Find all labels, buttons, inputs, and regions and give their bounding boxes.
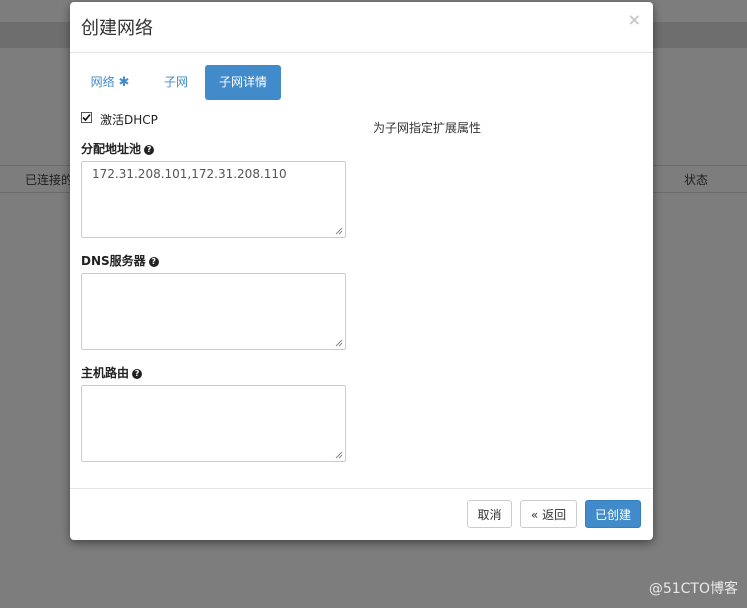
resize-handle-icon[interactable] — [335, 227, 343, 235]
tab-network[interactable]: 网络 ✱ — [84, 65, 136, 100]
dhcp-label: 激活DHCP — [100, 113, 158, 127]
allocation-pools-label-text: 分配地址池 — [81, 142, 142, 156]
tab-network-label: 网络 — [90, 75, 115, 89]
dns-servers-label-text: DNS服务器 — [81, 254, 146, 268]
dns-servers-label: DNS服务器? — [81, 252, 159, 269]
create-button[interactable]: 已创建 — [585, 500, 641, 528]
dns-servers-textarea[interactable] — [81, 273, 346, 350]
tab-subnet[interactable]: 子网 — [153, 65, 199, 100]
host-routes-textarea[interactable] — [81, 385, 346, 462]
checkbox-checked-icon — [81, 112, 92, 123]
tab-subnet-details[interactable]: 子网详情 — [205, 65, 281, 100]
watermark: @51CTO博客 — [648, 581, 738, 597]
resize-handle-icon[interactable] — [335, 451, 343, 459]
resize-handle-icon[interactable] — [335, 339, 343, 347]
background-column-status: 状态 — [684, 173, 709, 187]
host-routes-label-text: 主机路由 — [81, 366, 130, 380]
help-text: 为子网指定扩展属性 — [373, 121, 482, 135]
cancel-button[interactable]: 取消 — [467, 500, 512, 528]
background-column-connected: 已连接的 — [25, 173, 74, 187]
question-circle-icon: ? — [132, 369, 143, 379]
create-network-modal: 创建网络 × 网络 ✱ 子网 子网详情 激活DHCP 分配地址池? 172.31… — [70, 2, 653, 540]
question-circle-icon: ? — [148, 257, 159, 267]
allocation-pools-value: 172.31.208.101,172.31.208.110 — [92, 167, 287, 181]
question-circle-icon: ? — [144, 145, 155, 155]
dhcp-checkbox[interactable] — [81, 112, 92, 123]
close-icon[interactable]: × — [628, 10, 641, 29]
back-button[interactable]: « 返回 — [520, 500, 577, 528]
required-asterisk-icon: ✱ — [118, 75, 130, 90]
modal-title: 创建网络 — [81, 18, 153, 39]
modal-header: 创建网络 × — [70, 2, 653, 53]
host-routes-label: 主机路由? — [81, 364, 143, 381]
modal-footer-divider — [70, 488, 653, 489]
allocation-pools-label: 分配地址池? — [81, 140, 155, 157]
allocation-pools-textarea[interactable]: 172.31.208.101,172.31.208.110 — [81, 161, 346, 238]
